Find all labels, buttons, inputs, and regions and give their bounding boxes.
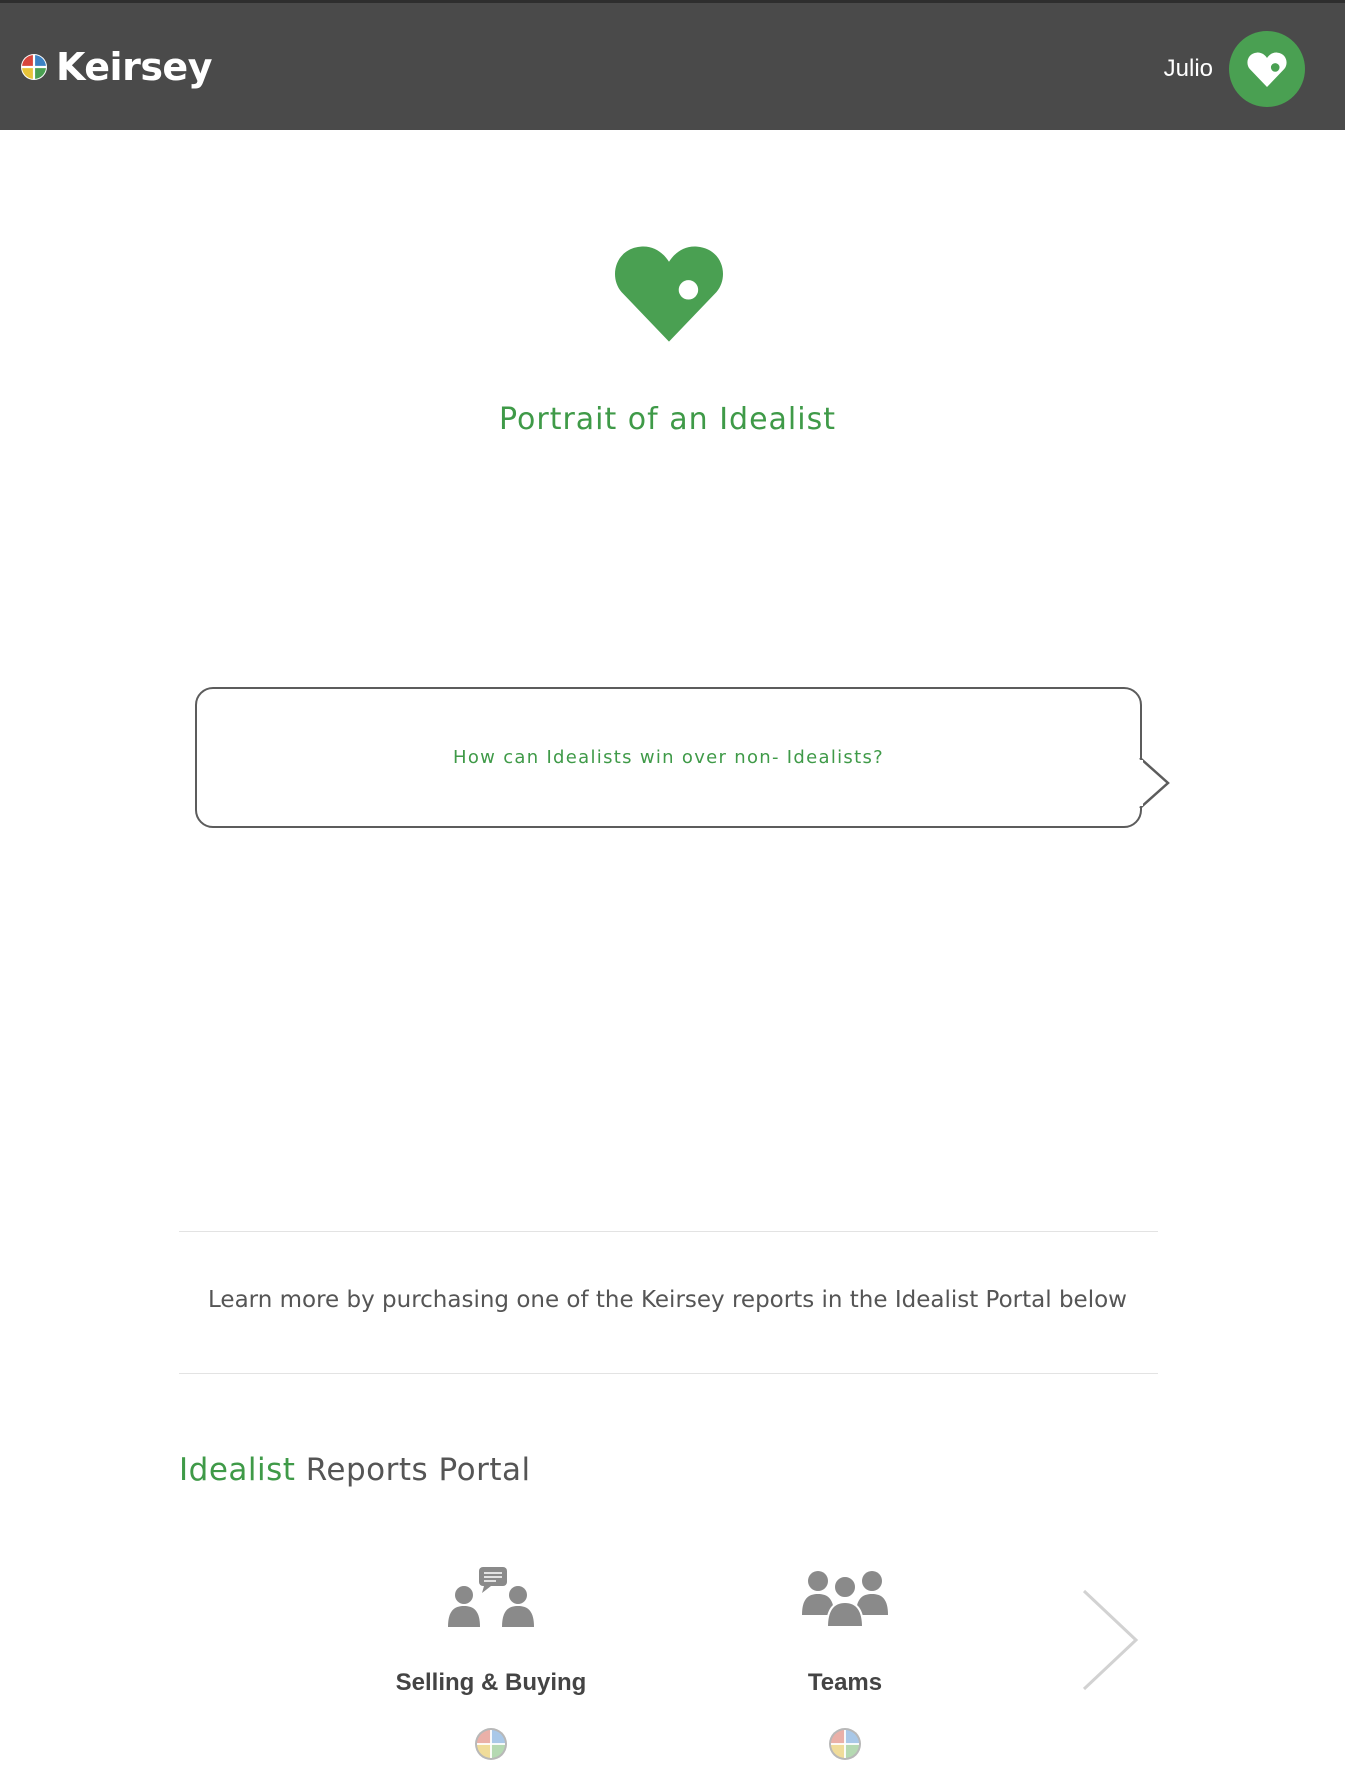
teams-icon [802,1571,888,1628]
question-text: How can Idealists win over non- Idealist… [453,747,884,768]
page-title: Portrait of an Idealist [498,402,836,437]
heart-keyhole-icon [615,246,723,342]
report-label: Selling & Buying [395,1669,587,1696]
keirsey-wheel-icon [829,1728,861,1760]
chevron-right-icon[interactable] [1138,756,1172,810]
learn-more-text: Learn more by purchasing one of the Keir… [208,1287,1127,1313]
divider [179,1231,1158,1232]
user-name[interactable]: Julio [1164,55,1213,83]
brand-name: Keirsey [56,45,212,89]
report-teams[interactable]: Teams [725,1565,965,1761]
brand[interactable]: Keirsey [20,45,212,89]
report-label: Teams [807,1669,883,1696]
question-card[interactable]: How can Idealists win over non- Idealist… [195,687,1142,828]
carousel-next-icon[interactable] [1080,1588,1142,1692]
keirsey-logo-icon [21,54,47,80]
divider [179,1373,1158,1374]
heart-keyhole-icon [1247,52,1287,87]
report-selling-buying[interactable]: Selling & Buying [371,1565,611,1761]
top-bar: Keirsey Julio [0,0,1345,130]
selling-buying-icon [448,1567,534,1627]
user-avatar[interactable] [1229,31,1305,107]
portal-title-accent: Idealist [179,1452,296,1488]
portal-title: Idealist Reports Portal [179,1452,531,1488]
portal-title-rest: Reports Portal [295,1452,531,1488]
keirsey-wheel-icon [475,1728,507,1760]
